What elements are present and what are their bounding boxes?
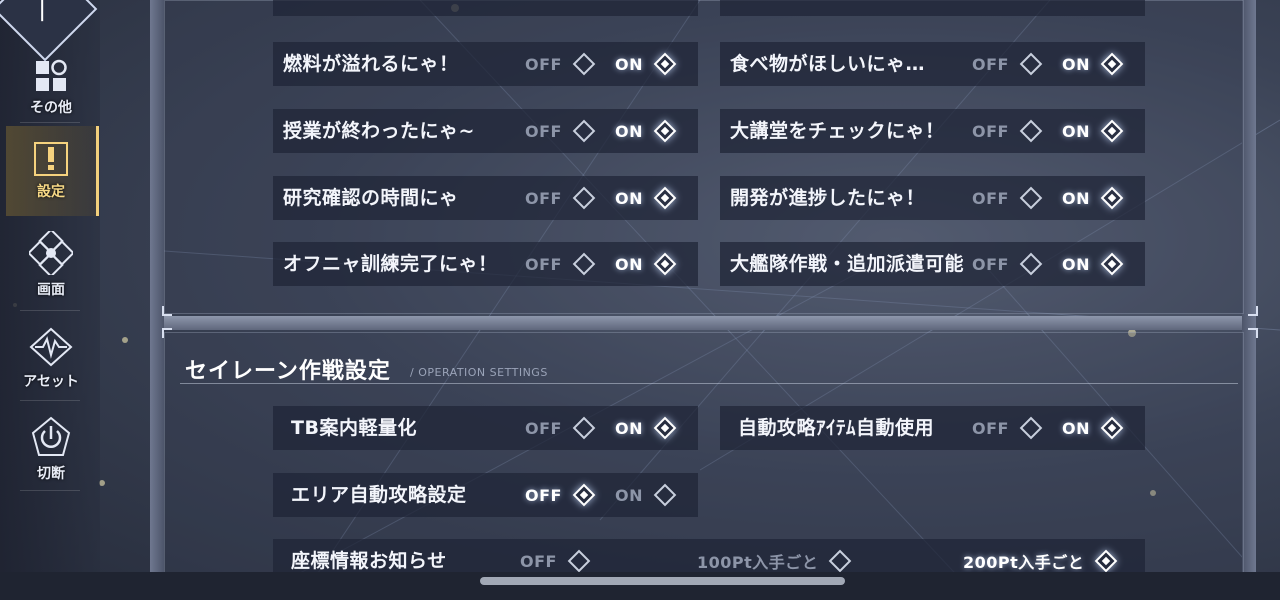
diamond-selected-icon — [653, 416, 677, 440]
setting-label: 燃料が溢れるにゃ！ — [283, 53, 459, 75]
list-item — [720, 0, 1145, 16]
diamond-icon — [828, 549, 852, 573]
setting-label: 食べ物がほしいにゃ… — [730, 53, 926, 75]
toggle-row: 食べ物がほしいにゃ… OFF ON — [720, 42, 1145, 86]
toggle-row: 大講堂をチェックにゃ！ OFF ON — [720, 109, 1145, 153]
diamond-selected-icon — [1100, 416, 1124, 440]
diamond-icon — [1019, 52, 1043, 76]
on-option[interactable]: ON — [615, 242, 677, 286]
setting-label: TB案内軽量化 — [291, 417, 417, 439]
toggle-row: エリア自動攻略設定 OFF ON — [273, 473, 698, 517]
toggle-row: 授業が終わったにゃ~ OFF ON — [273, 109, 698, 153]
setting-label: 大講堂をチェックにゃ！ — [730, 120, 945, 142]
off-option[interactable]: OFF — [525, 473, 596, 517]
setting-label: 大艦隊作戦・追加派遣可能 — [730, 253, 965, 275]
grid-icon — [36, 59, 67, 91]
list-item — [273, 0, 698, 16]
section-divider — [164, 316, 1242, 330]
toggle-row: 研究確認の時間にゃ OFF ON — [273, 176, 698, 220]
setting-label: エリア自動攻略設定 — [291, 484, 467, 506]
nav-item-label: 画面 — [37, 282, 65, 298]
diamond-selected-icon — [653, 52, 677, 76]
nav-item-label: 設定 — [37, 184, 65, 200]
nav-item-label: 切断 — [37, 466, 65, 482]
diamond-selected-icon — [653, 252, 677, 276]
off-option[interactable]: OFF — [525, 406, 596, 450]
toggle-row: 開発が進捗したにゃ！ OFF ON — [720, 176, 1145, 220]
home-indicator[interactable] — [480, 577, 845, 585]
nav-item-disconnect[interactable]: 切断 — [6, 406, 96, 492]
diamond-icon — [1019, 119, 1043, 143]
panel-frame-left — [150, 0, 164, 572]
panel-frame-right — [1242, 0, 1256, 572]
diamond-icon — [572, 52, 596, 76]
diamond-icon — [572, 416, 596, 440]
off-option[interactable]: OFF — [972, 406, 1043, 450]
section-subtitle: / OPERATION SETTINGS — [410, 366, 548, 379]
section-title: セイレーン作戦設定 — [185, 359, 391, 384]
nav-item-settings[interactable]: 設定 — [6, 126, 99, 216]
on-option[interactable]: ON — [615, 42, 677, 86]
diamond-icon — [567, 549, 591, 573]
setting-label: 授業が終わったにゃ~ — [283, 120, 475, 142]
screen-icon — [29, 231, 73, 275]
on-option[interactable]: ON — [615, 473, 677, 517]
diamond-selected-icon — [653, 119, 677, 143]
diamond-icon — [572, 186, 596, 210]
on-option[interactable]: ON — [1062, 42, 1124, 86]
diamond-icon — [653, 483, 677, 507]
asset-icon — [29, 327, 73, 367]
side-navigation: その他 設定 画面 アセット 切断 — [0, 0, 100, 600]
nav-item-screen[interactable]: 画面 — [6, 222, 96, 308]
off-option[interactable]: OFF — [972, 176, 1043, 220]
on-option[interactable]: ON — [1062, 406, 1124, 450]
diamond-selected-icon — [1094, 549, 1118, 573]
diamond-selected-icon — [1100, 252, 1124, 276]
toggle-row: TB案内軽量化 OFF ON — [273, 406, 698, 450]
on-option[interactable]: ON — [615, 176, 677, 220]
off-option[interactable]: OFF — [972, 109, 1043, 153]
diamond-selected-icon — [1100, 119, 1124, 143]
off-option[interactable]: OFF — [972, 242, 1043, 286]
option-icon — [34, 142, 68, 176]
toggle-row: 燃料が溢れるにゃ！ OFF ON — [273, 42, 698, 86]
on-option[interactable]: ON — [615, 109, 677, 153]
diamond-selected-icon — [1100, 52, 1124, 76]
diamond-icon — [1019, 416, 1043, 440]
setting-label: 開発が進捗したにゃ！ — [730, 187, 926, 209]
setting-label: 研究確認の時間にゃ — [283, 187, 459, 209]
toggle-row: オフニャ訓練完了にゃ！ OFF ON — [273, 242, 698, 286]
setting-label: 自動攻略ｱｲﾃﾑ自動使用 — [738, 417, 935, 439]
diamond-icon — [572, 119, 596, 143]
on-option[interactable]: ON — [1062, 242, 1124, 286]
nav-item-label: アセット — [23, 374, 79, 390]
on-option[interactable]: ON — [1062, 109, 1124, 153]
off-option[interactable]: OFF — [525, 42, 596, 86]
toggle-row: 大艦隊作戦・追加派遣可能 OFF ON — [720, 242, 1145, 286]
toggle-row: 自動攻略ｱｲﾃﾑ自動使用 OFF ON — [720, 406, 1145, 450]
diamond-selected-icon — [653, 186, 677, 210]
section-underline — [180, 383, 1238, 384]
off-option[interactable]: OFF — [972, 42, 1043, 86]
off-option[interactable]: OFF — [525, 176, 596, 220]
diamond-selected-icon — [572, 483, 596, 507]
nav-item-label: その他 — [30, 100, 72, 116]
off-option[interactable]: OFF — [525, 242, 596, 286]
on-option[interactable]: ON — [1062, 176, 1124, 220]
diamond-icon — [1019, 186, 1043, 210]
diamond-icon — [1019, 252, 1043, 276]
on-option[interactable]: ON — [615, 406, 677, 450]
diamond-icon — [572, 252, 596, 276]
setting-label: オフニャ訓練完了にゃ！ — [283, 253, 498, 275]
off-option[interactable]: OFF — [525, 109, 596, 153]
nav-item-asset[interactable]: アセット — [6, 316, 96, 402]
power-icon — [31, 416, 71, 456]
diamond-selected-icon — [1100, 186, 1124, 210]
nav-item-other[interactable]: その他 — [6, 45, 96, 131]
